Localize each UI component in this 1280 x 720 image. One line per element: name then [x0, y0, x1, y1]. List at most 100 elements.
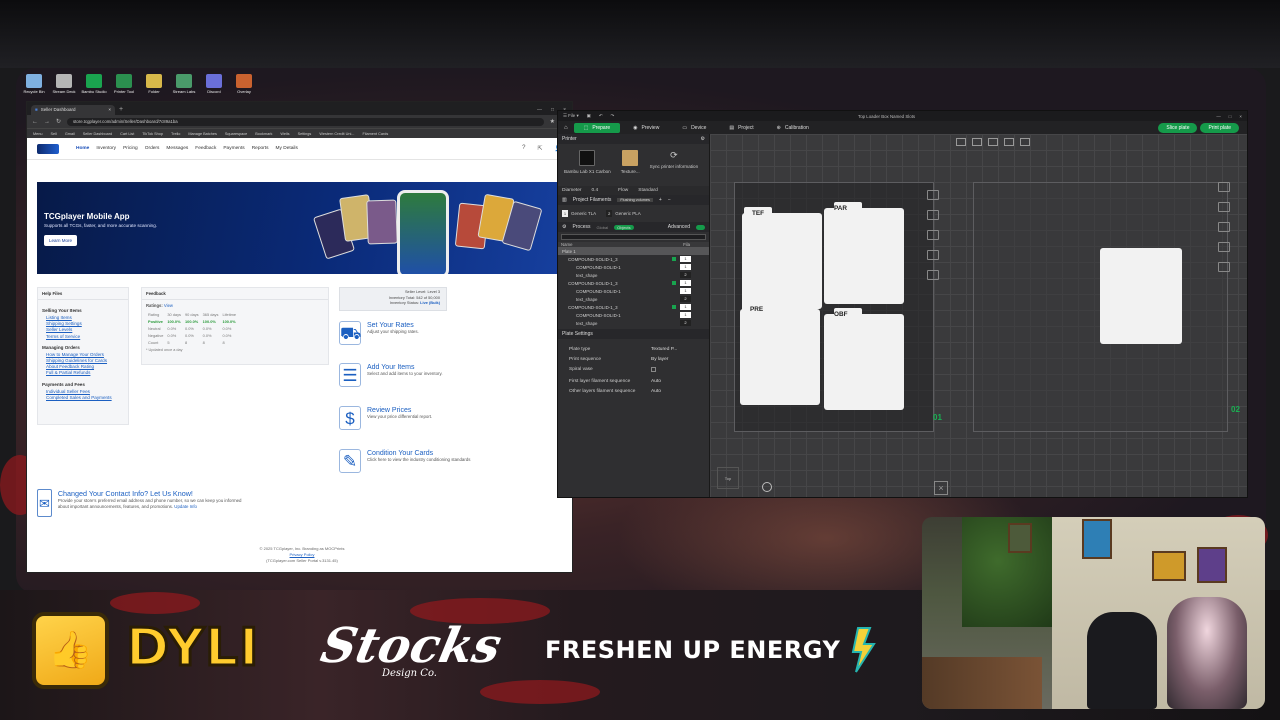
- bookmark-item[interactable]: Settings: [298, 132, 312, 136]
- learn-more-button[interactable]: Learn More: [44, 235, 78, 246]
- fit-view-icon[interactable]: [762, 482, 772, 492]
- action-title[interactable]: Set Your Rates: [367, 322, 419, 329]
- forward-icon[interactable]: →: [44, 119, 50, 125]
- bookmark-item[interactable]: Sell: [51, 132, 57, 136]
- card-divider-model[interactable]: PRE: [740, 303, 820, 405]
- plate-orient-icon[interactable]: [1218, 222, 1230, 232]
- flushing-volumes-button[interactable]: Flushing volumes: [617, 198, 653, 202]
- review-prices-action[interactable]: $ Review Prices View your price different…: [339, 406, 479, 430]
- gear-icon[interactable]: ⚙: [701, 136, 705, 142]
- nav-inventory[interactable]: Inventory: [96, 146, 116, 151]
- nav-my-details[interactable]: My Details: [276, 146, 298, 151]
- viewport-tool-icon[interactable]: [1004, 138, 1014, 146]
- viewport-tool-icon[interactable]: [988, 138, 998, 146]
- bookmark-item[interactable]: Trello: [171, 132, 180, 136]
- advanced-toggle[interactable]: [696, 224, 705, 230]
- condition-cards-action[interactable]: ✎ Condition Your Cards Click here to view…: [339, 449, 479, 473]
- print-plate-button[interactable]: Print plate: [1200, 122, 1239, 133]
- action-title[interactable]: Condition Your Cards: [367, 450, 470, 457]
- list-item[interactable]: text_shape 2: [558, 319, 709, 327]
- tab-device[interactable]: ▭ Device: [672, 123, 716, 133]
- filament-slot[interactable]: 1 Generic TLA: [562, 210, 596, 217]
- list-item[interactable]: COMPOUND-SOLID-1_3 1: [558, 279, 709, 287]
- reload-icon[interactable]: ↻: [56, 118, 61, 125]
- slice-plate-button[interactable]: Slice plate: [1158, 122, 1198, 133]
- 3d-viewport[interactable]: TEF PAR PRE OBF 01 02 Top ×: [710, 134, 1247, 497]
- desktop-icon[interactable]: Discord: [202, 74, 226, 94]
- tab-calibration[interactable]: ⊕ Calibration: [767, 123, 819, 133]
- app-menu-icon[interactable]: ☰ File ▾: [563, 113, 579, 119]
- visible-check-icon[interactable]: [672, 305, 676, 309]
- new-tab-icon[interactable]: +: [119, 105, 123, 115]
- address-bar[interactable]: store.tcgplayer.com/admin/Seller/Dashboa…: [67, 117, 544, 126]
- plate-settings-icon[interactable]: [927, 270, 939, 280]
- card-divider-model[interactable]: [1100, 248, 1182, 344]
- card-divider-model[interactable]: OBF: [824, 308, 904, 410]
- plate-orient-icon[interactable]: [927, 230, 939, 240]
- nav-home[interactable]: Home: [76, 146, 89, 151]
- close-icon[interactable]: ×: [108, 107, 111, 113]
- contact-title[interactable]: Changed Your Contact Info? Let Us Know!: [58, 489, 247, 498]
- action-title[interactable]: Add Your Items: [367, 364, 443, 371]
- redo-icon[interactable]: ↷: [611, 113, 615, 119]
- plate-arrange-icon[interactable]: [1218, 202, 1230, 212]
- tab-project[interactable]: ▤ Project: [719, 123, 763, 133]
- viewport-tool-icon[interactable]: [956, 138, 966, 146]
- list-item[interactable]: COMPOUND-SOLID-1 1: [558, 287, 709, 295]
- privacy-policy-link[interactable]: Privacy Policy: [290, 552, 315, 557]
- list-item[interactable]: COMPOUND-SOLID-1_3 1: [558, 255, 709, 263]
- nav-orders[interactable]: Orders: [145, 146, 160, 151]
- plate-type-select[interactable]: Textured P...: [651, 347, 703, 352]
- objects-toggle[interactable]: Objects: [614, 224, 634, 230]
- nav-feedback[interactable]: Feedback: [195, 146, 216, 151]
- object-search-input[interactable]: [561, 234, 706, 240]
- global-toggle[interactable]: Global: [597, 225, 609, 230]
- help-link[interactable]: Full & Partial Refunds: [46, 370, 124, 376]
- add-icon[interactable]: +: [659, 197, 662, 203]
- visible-check-icon[interactable]: [672, 281, 676, 285]
- browser-tab[interactable]: ■ Seller Dashboard ×: [31, 105, 115, 115]
- list-item[interactable]: COMPOUND-SOLID-1 1: [558, 263, 709, 271]
- save-icon[interactable]: ▣: [587, 113, 591, 119]
- bookmark-star-icon[interactable]: ★: [550, 118, 555, 125]
- desktop-icon[interactable]: Folder: [142, 74, 166, 94]
- first-layer-sequence-select[interactable]: Auto: [651, 379, 703, 384]
- nav-pricing[interactable]: Pricing: [123, 146, 138, 151]
- bookmark-item[interactable]: Menu: [33, 132, 43, 136]
- bookmark-item[interactable]: Squarespace: [225, 132, 247, 136]
- bookmark-item[interactable]: Bookmark: [255, 132, 272, 136]
- maximize-icon[interactable]: □: [551, 105, 554, 115]
- bookmark-item[interactable]: Gmail: [65, 132, 75, 136]
- ratings-view-link[interactable]: View: [164, 303, 173, 308]
- nav-reports[interactable]: Reports: [252, 146, 269, 151]
- external-link-icon[interactable]: ⇱: [537, 145, 542, 152]
- list-item[interactable]: text_shape 2: [558, 271, 709, 279]
- viewport-tool-icon[interactable]: [972, 138, 982, 146]
- home-icon[interactable]: ⌂: [561, 125, 571, 131]
- other-layers-sequence-select[interactable]: Auto: [651, 389, 703, 394]
- remove-icon[interactable]: −: [668, 197, 671, 203]
- set-rates-action[interactable]: ⛟ Set Your Rates Adjust your shipping rat…: [339, 321, 479, 345]
- tab-preview[interactable]: ◉ Preview: [623, 123, 669, 133]
- desktop-icon[interactable]: Stream Deck: [52, 74, 76, 94]
- sync-printer-button[interactable]: ⟳ Sync printer information: [650, 150, 699, 180]
- help-link[interactable]: Completed Sales and Payments: [46, 395, 124, 401]
- action-title[interactable]: Review Prices: [367, 407, 432, 414]
- help-link[interactable]: Terms of Service: [46, 334, 124, 340]
- viewport-tool-icon[interactable]: [1020, 138, 1030, 146]
- undo-icon[interactable]: ↶: [599, 113, 603, 119]
- close-icon[interactable]: ×: [1239, 114, 1242, 119]
- visible-check-icon[interactable]: [672, 257, 676, 261]
- view-cube[interactable]: Top: [717, 467, 739, 489]
- bookmark-item[interactable]: Manage Batches: [188, 132, 217, 136]
- help-icon[interactable]: ?: [522, 145, 525, 152]
- plate-type-select[interactable]: Texture...: [621, 150, 640, 180]
- plate-lock-icon[interactable]: [927, 250, 939, 260]
- plate-settings-icon[interactable]: [1218, 262, 1230, 272]
- list-item[interactable]: Plate 1: [558, 247, 709, 255]
- desktop-icon[interactable]: Stream Labs: [172, 74, 196, 94]
- minimize-icon[interactable]: —: [1216, 114, 1220, 119]
- add-items-action[interactable]: ☰ Add Your Items Select and add items to …: [339, 363, 479, 387]
- plate-close-icon[interactable]: [1218, 182, 1230, 192]
- desktop-icon[interactable]: Printer Tool: [112, 74, 136, 94]
